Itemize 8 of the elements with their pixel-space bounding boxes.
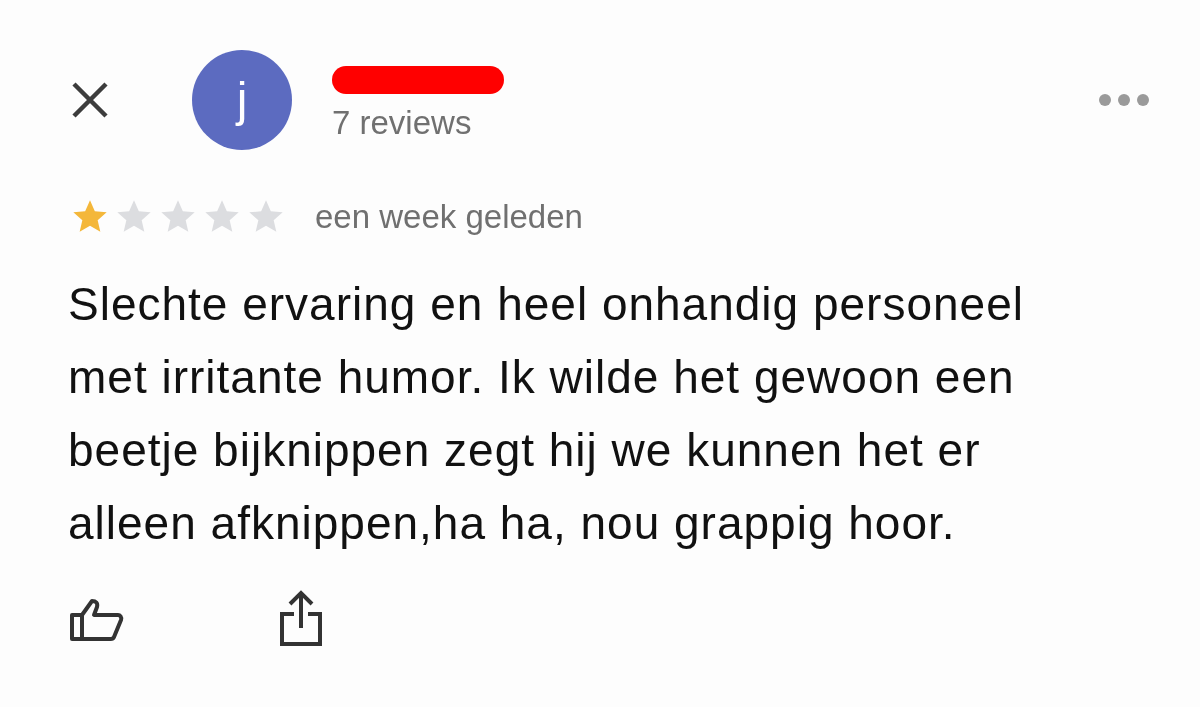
review-count: 7 reviews — [332, 105, 473, 139]
more-icon — [1098, 93, 1150, 107]
share-button[interactable] — [278, 589, 324, 648]
review-text: Slechte ervaring en heel onhandig personeel met irritante humor. Ik wilde het gewoon een beetje bijknippen zegt hij we kunnen het er alleen afknippen,ha ha, nou grappig hoor. — [68, 276, 1025, 551]
more-button[interactable] — [1098, 93, 1150, 107]
avatar: j — [192, 50, 292, 150]
review-time: een week geleden — [315, 197, 583, 237]
share-icon — [278, 589, 324, 648]
